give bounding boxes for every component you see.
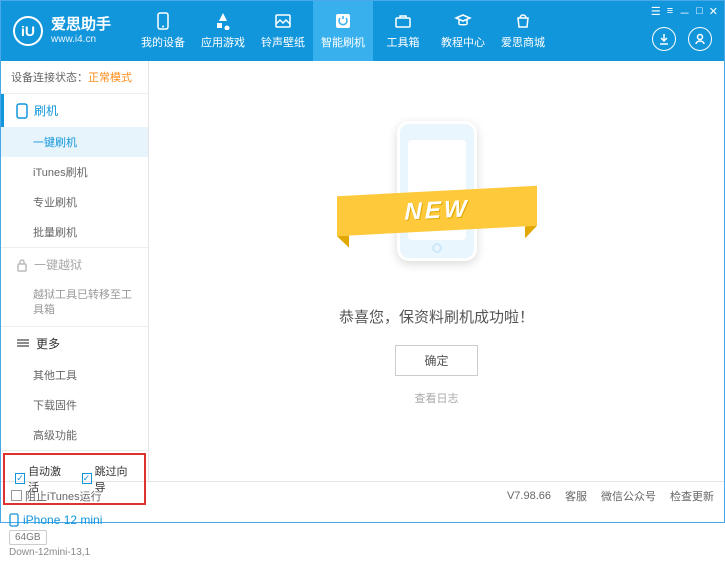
device-phone-icon	[9, 513, 19, 527]
brand-name: 爱思助手	[51, 16, 111, 34]
checkbox-block-itunes[interactable]: 阻止iTunes运行	[11, 488, 102, 504]
nav-label: 爱思商城	[501, 34, 545, 50]
nav-label: 智能刷机	[321, 34, 365, 50]
footer-update[interactable]: 检查更新	[670, 488, 714, 504]
menu-icon[interactable]: ☰	[651, 5, 661, 21]
logo-icon: iU	[13, 16, 43, 46]
phone-icon	[154, 12, 172, 30]
nav-ringtones[interactable]: 铃声壁纸	[253, 1, 313, 61]
sidebar-more-header[interactable]: 更多	[1, 327, 148, 360]
nav-smart-flash[interactable]: 智能刷机	[313, 1, 373, 61]
nav-label: 教程中心	[441, 34, 485, 50]
sidebar-item-advanced[interactable]: 高级功能	[1, 420, 148, 450]
lock-icon	[16, 258, 28, 272]
sidebar-flash-header[interactable]: 刷机	[1, 94, 148, 127]
check-icon: ✓	[15, 473, 25, 484]
version-label: V7.98.66	[507, 490, 551, 502]
wallpaper-icon	[274, 12, 292, 30]
sidebar-jailbreak-header[interactable]: 一键越狱	[1, 248, 148, 281]
checkbox-label: 阻止iTunes运行	[25, 488, 102, 504]
section-title: 刷机	[34, 102, 58, 119]
sidebar: 设备连接状态：正常模式 刷机 一键刷机 iTunes刷机 专业刷机 批量刷机 一…	[1, 61, 149, 481]
status-value: 正常模式	[88, 72, 132, 84]
minimize-icon[interactable]: －	[679, 5, 690, 21]
success-message: 恭喜您，保资料刷机成功啦！	[339, 306, 534, 327]
nav-toolbox[interactable]: 工具箱	[373, 1, 433, 61]
main-content: NEW 恭喜您，保资料刷机成功啦！ 确定 查看日志	[149, 61, 724, 481]
download-button[interactable]	[652, 27, 676, 51]
flash-icon	[334, 12, 352, 30]
sidebar-item-batch-flash[interactable]: 批量刷机	[1, 217, 148, 247]
device-block[interactable]: iPhone 12 mini 64GB Down-12mini-13,1	[1, 507, 148, 564]
checkbox-icon	[11, 490, 22, 501]
nav-store[interactable]: 爱思商城	[493, 1, 553, 61]
success-illustration: NEW	[327, 116, 547, 276]
status-label: 设备连接状态：	[11, 72, 88, 84]
more-icon	[16, 338, 30, 348]
ok-button[interactable]: 确定	[395, 345, 477, 376]
footer-wechat[interactable]: 微信公众号	[601, 488, 656, 504]
device-status: 设备连接状态：正常模式	[1, 61, 148, 94]
header-right	[652, 27, 712, 51]
toolbox-icon	[394, 12, 412, 30]
logo-area: iU 爱思助手 www.i4.cn	[1, 16, 123, 46]
section-title: 一键越狱	[34, 256, 82, 273]
ribbon-text: NEW	[404, 195, 469, 226]
nav-label: 我的设备	[141, 34, 185, 50]
nav-apps-games[interactable]: 应用游戏	[193, 1, 253, 61]
jailbreak-note: 越狱工具已转移至工具箱	[1, 281, 148, 326]
nav-my-device[interactable]: 我的设备	[133, 1, 193, 61]
sidebar-item-oneclick-flash[interactable]: 一键刷机	[1, 127, 148, 157]
nav-label: 应用游戏	[201, 34, 245, 50]
device-name: iPhone 12 mini	[23, 513, 102, 527]
nav-label: 工具箱	[387, 34, 420, 50]
new-ribbon: NEW	[337, 186, 537, 236]
apps-icon	[214, 12, 232, 30]
window-controls: ☰ ≡ － □ ✕	[651, 5, 718, 21]
nav-label: 铃声壁纸	[261, 34, 305, 50]
check-icon: ✓	[82, 473, 92, 484]
sidebar-item-pro-flash[interactable]: 专业刷机	[1, 187, 148, 217]
section-title: 更多	[36, 335, 60, 352]
footer-service[interactable]: 客服	[565, 488, 587, 504]
nav-tutorials[interactable]: 教程中心	[433, 1, 493, 61]
sidebar-item-other-tools[interactable]: 其他工具	[1, 360, 148, 390]
nav-bar: 我的设备 应用游戏 铃声壁纸 智能刷机 工具箱 教程中心 爱思商城	[133, 1, 553, 61]
device-sub: Down-12mini-13,1	[9, 547, 140, 558]
store-icon	[514, 12, 532, 30]
view-log-link[interactable]: 查看日志	[415, 390, 459, 406]
tutorial-icon	[454, 12, 472, 30]
user-button[interactable]	[688, 27, 712, 51]
device-storage: 64GB	[9, 530, 47, 545]
sidebar-item-download-firmware[interactable]: 下载固件	[1, 390, 148, 420]
close-icon[interactable]: ✕	[709, 5, 718, 21]
body: 设备连接状态：正常模式 刷机 一键刷机 iTunes刷机 专业刷机 批量刷机 一…	[1, 61, 724, 481]
sidebar-item-itunes-flash[interactable]: iTunes刷机	[1, 157, 148, 187]
phone-icon	[16, 103, 28, 119]
maximize-icon[interactable]: □	[696, 5, 703, 21]
header: iU 爱思助手 www.i4.cn 我的设备 应用游戏 铃声壁纸 智能刷机 工具…	[1, 1, 724, 61]
settings-icon[interactable]: ≡	[667, 5, 673, 21]
brand-site: www.i4.cn	[51, 34, 111, 46]
